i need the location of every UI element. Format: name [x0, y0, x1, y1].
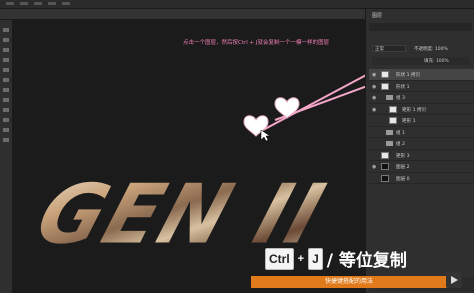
- shortcut-tip: Ctrl + J / 等位复制: [265, 246, 407, 271]
- menu-item[interactable]: [6, 2, 14, 5]
- move-tool-icon[interactable]: [3, 28, 9, 32]
- lasso-tool-icon[interactable]: [3, 48, 9, 52]
- layer-row[interactable]: 组 2: [369, 138, 474, 150]
- layer-thumbnail: [381, 71, 389, 78]
- cursor-icon: [260, 129, 271, 142]
- menu-bar: [0, 0, 474, 9]
- eye-icon[interactable]: ◉: [372, 72, 376, 78]
- lock-row: [372, 57, 470, 65]
- toolbar: [0, 20, 13, 293]
- fill-field[interactable]: 填充: 100%: [424, 58, 449, 64]
- layer-thumbnail: [389, 117, 397, 124]
- layer-thumbnail: [381, 151, 389, 159]
- layer-row[interactable]: ◉ 形状 1 拷贝: [369, 69, 474, 81]
- layer-name: 组 2: [396, 142, 405, 147]
- layer-name: 形状 1: [396, 84, 410, 90]
- layer-name: 图层 2: [396, 165, 410, 170]
- layer-row[interactable]: ◉ 图层 2: [369, 161, 474, 173]
- brush-tool-icon[interactable]: [3, 78, 9, 82]
- layer-name: 矩形 1: [402, 119, 416, 124]
- layer-name: 组 3: [396, 96, 405, 101]
- menu-item[interactable]: [62, 2, 70, 5]
- j-key: J: [308, 247, 323, 270]
- layer-name: 图层 0: [396, 176, 410, 182]
- layers-list: ◉ 形状 1 拷贝 ◉ 形状 1 ◉ 组 3 ◉ 矩形 1 拷贝 矩形 1 组 …: [369, 69, 474, 184]
- ctrl-key: Ctrl: [265, 247, 294, 270]
- layer-thumbnail: [381, 82, 389, 90]
- marquee-tool-icon[interactable]: [3, 38, 9, 42]
- blend-mode-select[interactable]: 正常: [372, 45, 406, 52]
- folder-icon: [386, 141, 393, 146]
- eye-icon[interactable]: ◉: [372, 84, 376, 90]
- menu-item[interactable]: [48, 2, 56, 5]
- eye-icon[interactable]: ◉: [372, 107, 376, 113]
- layer-name: 矩形 1 拷贝: [402, 107, 427, 113]
- folder-icon: [386, 95, 393, 100]
- folder-icon: [386, 129, 393, 135]
- menu-item[interactable]: [34, 2, 42, 5]
- pen-tool-icon[interactable]: [3, 118, 9, 122]
- layer-thumbnail: [389, 105, 397, 113]
- type-tool-icon[interactable]: [3, 128, 9, 132]
- stamp-tool-icon[interactable]: [3, 88, 9, 92]
- instruction-caption: 点击一个图层，然后按Ctrl + J就会复制一个一模一样的图层: [183, 40, 330, 46]
- layer-row[interactable]: 矩形 3: [369, 150, 474, 161]
- tip-subtitle: 快捷键搭配的用法: [251, 276, 447, 288]
- eraser-tool-icon[interactable]: [3, 98, 9, 102]
- layer-row[interactable]: ◉ 形状 1: [369, 81, 474, 92]
- panel-title: 图层: [372, 13, 383, 19]
- gradient-tool-icon[interactable]: [3, 108, 9, 112]
- eyedropper-tool-icon[interactable]: [3, 68, 9, 72]
- play-icon[interactable]: [446, 272, 462, 288]
- crop-tool-icon[interactable]: [3, 58, 9, 62]
- layer-name: 组 1: [396, 130, 405, 136]
- layer-thumbnail: [381, 174, 389, 182]
- layer-row[interactable]: 图层 0: [369, 173, 474, 184]
- layer-name: 矩形 3: [396, 153, 410, 159]
- layer-name: 形状 1 拷贝: [396, 73, 421, 78]
- plus-sign: +: [297, 252, 305, 265]
- layer-row[interactable]: ◉ 矩形 1 拷贝: [369, 104, 474, 115]
- layer-filter-row[interactable]: [369, 23, 472, 31]
- layer-thumbnail: [381, 163, 389, 170]
- shortcut-label: / 等位复制: [326, 251, 407, 271]
- options-bar: [0, 9, 365, 20]
- eye-icon[interactable]: ◉: [372, 95, 376, 101]
- eye-icon[interactable]: ◉: [372, 164, 376, 170]
- shape-tool-icon[interactable]: [3, 138, 9, 142]
- menu-item[interactable]: [20, 2, 28, 5]
- layer-row[interactable]: 矩形 1: [369, 115, 474, 127]
- layer-row[interactable]: ◉ 组 3: [369, 92, 474, 104]
- layer-row[interactable]: 组 1: [369, 127, 474, 138]
- heart-icon: [274, 97, 300, 119]
- opacity-field[interactable]: 不透明度: 100%: [414, 46, 448, 52]
